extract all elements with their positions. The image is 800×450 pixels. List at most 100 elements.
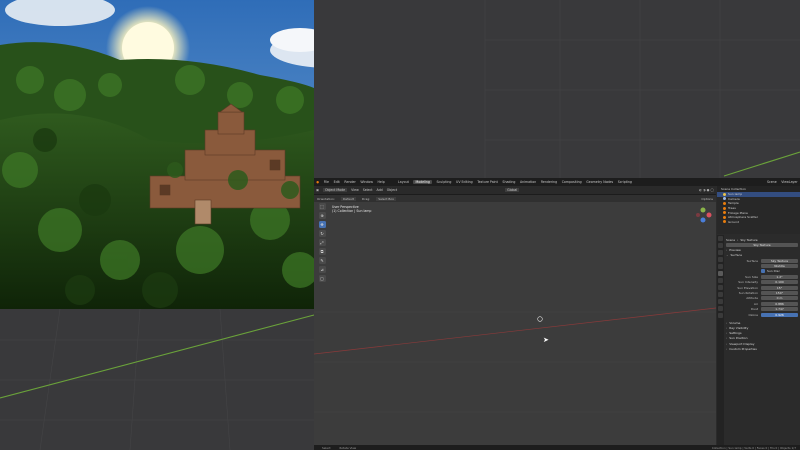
dust-field[interactable]: 1.747	[761, 307, 798, 312]
cursor-tool-icon[interactable]: ⊕	[318, 212, 326, 219]
status-right: Collection | Sun lamp | Verts 0 | Faces …	[711, 445, 796, 450]
menu-window[interactable]: Window	[360, 180, 373, 184]
tab-geometry-nodes[interactable]: Geometry Nodes	[586, 180, 613, 184]
properties-body: Scene › Sky Texture Sky Texture › Preview…	[726, 237, 798, 351]
menu-file[interactable]: File	[324, 180, 329, 184]
tab-rendering[interactable]: Rendering	[541, 180, 557, 184]
sun-intensity-field[interactable]: 0.100	[761, 280, 798, 285]
tab-animation[interactable]: Animation	[520, 180, 536, 184]
sun-size-field[interactable]: 1.2°	[761, 274, 798, 279]
surface-field[interactable]: Sky Texture	[761, 258, 798, 263]
select-tool-icon[interactable]: ⬚	[318, 203, 326, 210]
orientation-label: Orientation:	[317, 196, 335, 201]
surface-label: Surface	[746, 258, 758, 263]
data-tab-icon[interactable]	[718, 313, 723, 318]
orientation-dropdown[interactable]: Default	[340, 196, 356, 201]
annotate-tool-icon[interactable]: ✎	[318, 257, 326, 264]
menu-edit[interactable]: Edit	[334, 180, 340, 184]
menu-select[interactable]: Select	[363, 188, 373, 192]
sun-elevation-field[interactable]: 15°	[761, 285, 798, 290]
status-left: Select Rotate View	[322, 445, 357, 450]
outliner-row[interactable]: Ground	[717, 220, 800, 225]
transform-orientation[interactable]: Global	[505, 188, 520, 192]
menu-object[interactable]: Object	[387, 188, 397, 192]
particles-tab-icon[interactable]	[718, 292, 723, 297]
render-image	[0, 0, 314, 309]
surface-row: Surface Sky Texture	[726, 258, 798, 263]
viewport-header: ▣ Object Mode View Select Add Object Glo…	[314, 186, 716, 195]
tab-shading[interactable]: Shading	[502, 180, 515, 184]
world-tab-icon[interactable]	[718, 271, 723, 276]
ozone-field[interactable]: 0.926	[761, 312, 798, 317]
world-name-field[interactable]: Sky Texture	[726, 242, 798, 247]
drag-dropdown[interactable]: Select Box	[376, 196, 397, 201]
mouse-cursor-icon: ➤	[543, 336, 549, 344]
properties-tabs	[717, 235, 724, 445]
collection-info: (1) Collection | Sun lamp	[332, 209, 372, 214]
viewport-info: User Perspective (1) Collection | Sun la…	[332, 205, 371, 214]
options-button[interactable]: Options	[701, 197, 713, 201]
sun-disc-label: Sun Disc	[767, 269, 781, 274]
tab-compositing[interactable]: Compositing	[562, 180, 582, 184]
view-layer-selector[interactable]: ViewLayer	[781, 180, 797, 184]
tab-layout[interactable]: Layout	[398, 180, 409, 184]
tool-tab-icon[interactable]	[718, 236, 723, 241]
menu-render[interactable]: Render	[344, 180, 355, 184]
world-crumb: Sky Texture	[740, 237, 758, 242]
blender-logo-icon[interactable]: ●	[316, 180, 319, 184]
scene-crumb: Scene	[726, 237, 736, 242]
view-layer-tab-icon[interactable]	[718, 257, 723, 262]
world-name-row: Sky Texture	[726, 242, 798, 247]
tool-shelf: ⬚ ⊕ ✥ ↻ ⤢ ⧉ ✎ ⊿ ▢	[318, 202, 326, 290]
editor-type-icon[interactable]: ▣	[316, 188, 319, 192]
transform-tool-icon[interactable]: ⧉	[318, 248, 326, 255]
tab-texture-paint[interactable]: Texture Paint	[477, 180, 498, 184]
tab-sculpting[interactable]: Sculpting	[437, 180, 452, 184]
object-tab-icon[interactable]	[718, 278, 723, 283]
menu-add[interactable]: Add	[377, 188, 383, 192]
scene-selector[interactable]: Scene	[767, 180, 777, 184]
tab-modeling[interactable]: Modeling	[413, 180, 432, 184]
field-row: Sun Rotation 150°	[726, 290, 798, 295]
sun-disc-checkbox[interactable]	[761, 269, 765, 274]
menu-view[interactable]: View	[351, 188, 359, 192]
menu-help[interactable]: Help	[378, 180, 385, 184]
rotate-tool-icon[interactable]: ↻	[318, 230, 326, 237]
field-row: Ozone 0.926	[726, 312, 798, 317]
render-tab-icon[interactable]	[718, 243, 723, 248]
field-row: Sun Size 1.2°	[726, 274, 798, 279]
outliner[interactable]: Scene Collection Sun lamp Camera Temple …	[717, 186, 800, 234]
output-tab-icon[interactable]	[718, 250, 723, 255]
move-tool-icon[interactable]: ✥	[318, 221, 326, 228]
air-field[interactable]: 0.886	[761, 301, 798, 306]
field-row: Sun Elevation 15°	[726, 285, 798, 290]
3d-viewport[interactable]: ➤	[314, 202, 716, 445]
scene-tab-icon[interactable]	[718, 264, 723, 269]
sun-rotation-field[interactable]: 150°	[761, 290, 798, 295]
field-row: Air 0.886	[726, 301, 798, 306]
tool-settings-header: Orientation: Default Drag: Select Box Op…	[314, 195, 716, 202]
scale-tool-icon[interactable]: ⤢	[318, 239, 326, 246]
altitude-field[interactable]: 0 m	[761, 296, 798, 301]
tab-uv-editing[interactable]: UV Editing	[456, 180, 473, 184]
mode-dropdown[interactable]: Object Mode	[323, 188, 348, 192]
physics-tab-icon[interactable]	[718, 299, 723, 304]
shading-icons[interactable]: ◐ ◑ ● ◯	[699, 188, 714, 192]
drag-label: Drag:	[361, 196, 371, 201]
status-bar: Select Rotate View Collection | Sun lamp…	[314, 445, 800, 450]
3d-cursor	[537, 316, 543, 322]
blender-window[interactable]: ● File Edit Render Window Help Layout Mo…	[314, 178, 800, 450]
top-bar: ● File Edit Render Window Help Layout Mo…	[314, 178, 800, 186]
x-axis-line-bg	[0, 314, 315, 399]
tab-scripting[interactable]: Scripting	[618, 180, 632, 184]
navigation-gizmo	[696, 207, 712, 223]
sky-model-dropdown[interactable]: Nishita	[761, 264, 798, 269]
add-cube-tool-icon[interactable]: ▢	[318, 275, 326, 282]
outliner-title: Scene Collection	[721, 187, 746, 191]
x-axis-line	[314, 307, 716, 355]
measure-tool-icon[interactable]: ⊿	[318, 266, 326, 273]
modifier-tab-icon[interactable]	[718, 285, 723, 290]
y-axis-line-bg	[723, 151, 800, 177]
constraints-tab-icon[interactable]	[718, 306, 723, 311]
custom-properties-section[interactable]: › Custom Properties	[726, 346, 798, 351]
